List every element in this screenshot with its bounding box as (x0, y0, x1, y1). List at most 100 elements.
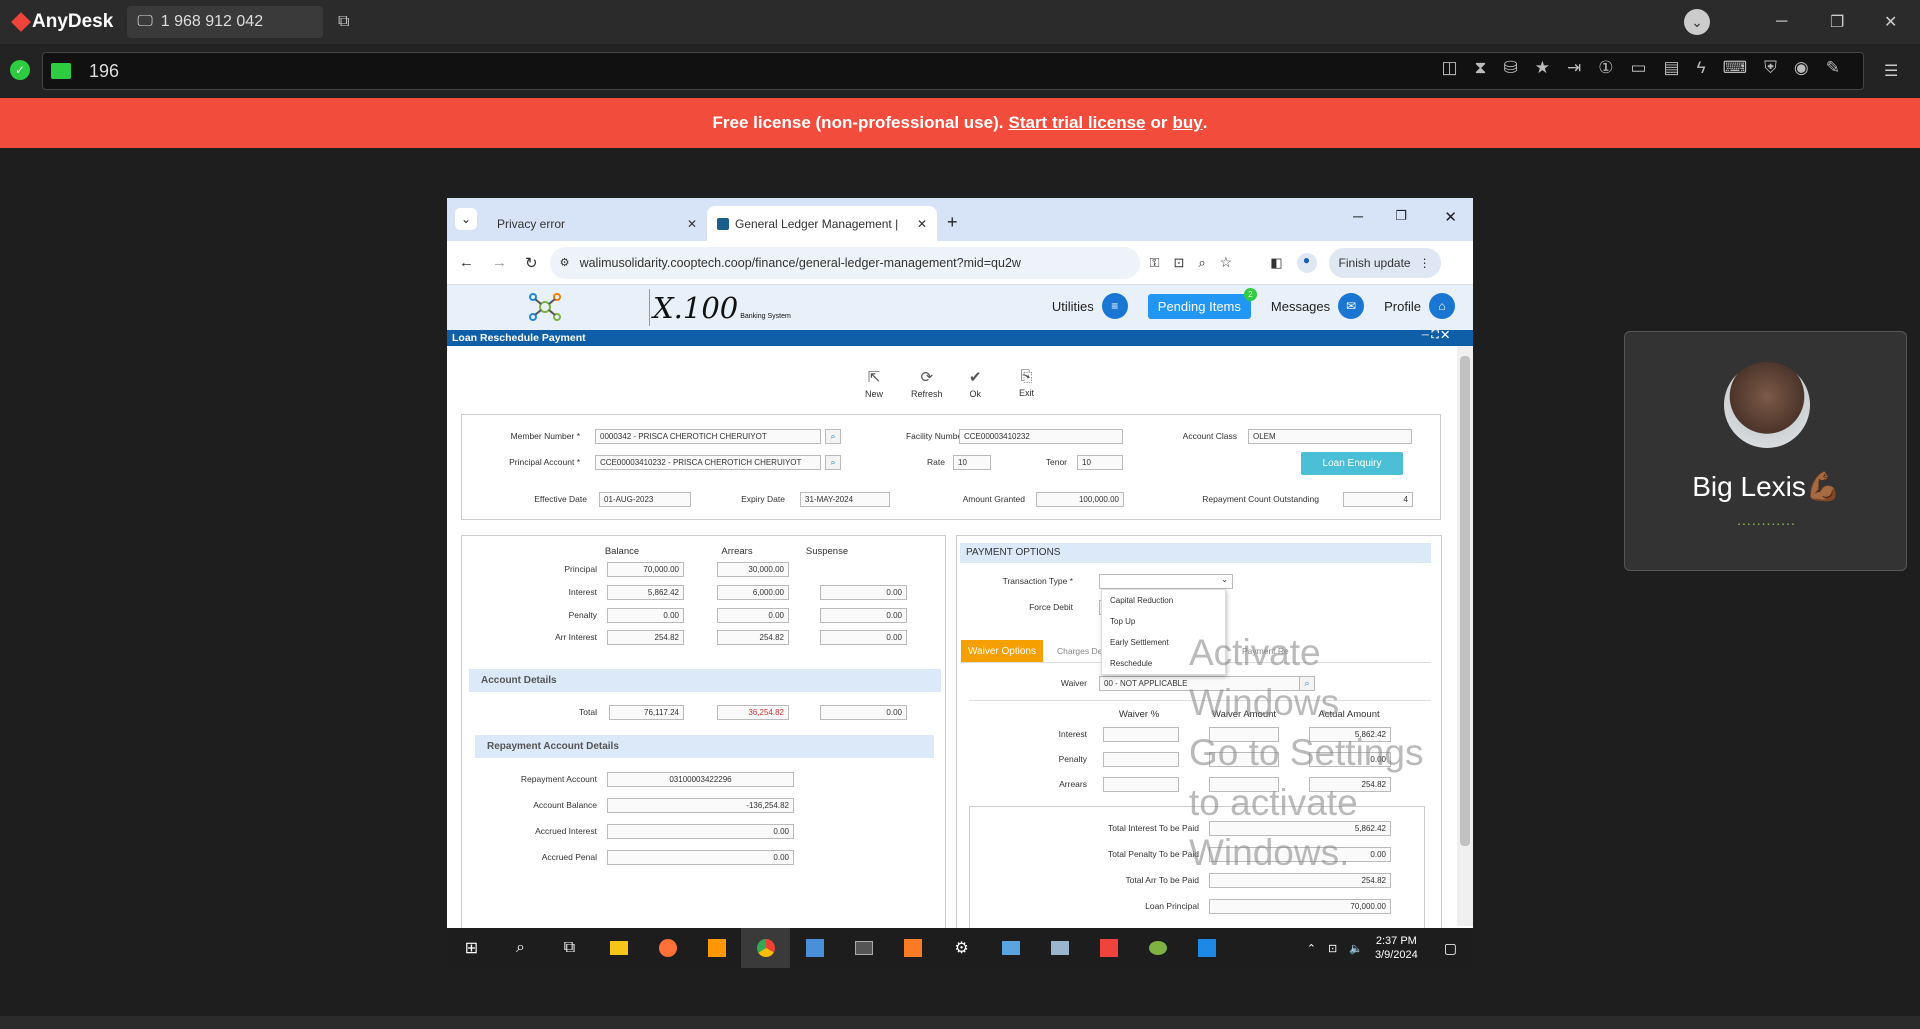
effective-date-field[interactable]: 01-AUG-2023 (599, 492, 691, 507)
panel-controls-icon[interactable]: ─ ⛶ ✕ (1422, 330, 1449, 341)
chat-icon[interactable]: ▤ (1664, 58, 1680, 78)
chrome-icon[interactable] (741, 928, 790, 968)
waiver-pct-field[interactable] (1103, 752, 1179, 767)
messages-menu[interactable]: Messages ✉ (1271, 293, 1365, 319)
settings-icon[interactable]: ⚙ (937, 928, 986, 968)
trial-link[interactable]: Start trial license (1008, 113, 1145, 133)
tab-waiver-options[interactable]: Waiver Options (961, 640, 1043, 662)
download-icon[interactable]: ⌄ (1684, 0, 1710, 44)
sidepanel-icon[interactable]: ◧ (1270, 255, 1282, 271)
expiry-date-field[interactable]: 31-MAY-2024 (800, 492, 890, 507)
xampp-icon[interactable] (888, 928, 937, 968)
video-tile[interactable]: Big Lexis💪🏾 ............ (1624, 331, 1907, 571)
ok-button[interactable]: ✔ Ok (969, 368, 982, 399)
task-view-icon[interactable]: ⧉ (545, 928, 594, 968)
minimize-icon[interactable]: ─ (1776, 0, 1787, 44)
profile-menu[interactable]: Profile ⌂ (1384, 293, 1455, 319)
scrollbar-thumb[interactable] (1460, 356, 1470, 846)
star-icon[interactable]: ★ (1535, 58, 1550, 78)
utilities-menu[interactable]: Utilities ≡ (1052, 293, 1128, 319)
site-info-icon[interactable]: ⚙ (560, 256, 570, 269)
menu-icon[interactable]: ☰ (1884, 44, 1898, 98)
terminal-icon[interactable] (839, 928, 888, 968)
turtle-icon[interactable] (1133, 928, 1182, 968)
chrome-minimize-icon[interactable]: ─ (1353, 208, 1363, 224)
vscode-icon[interactable] (1182, 928, 1231, 968)
account-class-field[interactable]: OLEM (1248, 429, 1412, 444)
chevron-up-icon[interactable]: ⌃ (1307, 942, 1316, 955)
forward-icon[interactable]: → (492, 254, 507, 271)
transaction-type-select[interactable]: ⌄ (1099, 574, 1233, 589)
record-icon[interactable]: ◉ (1794, 58, 1809, 78)
maximize-icon[interactable]: ❐ (1830, 0, 1844, 44)
waiver-pct-header: Waiver % (1118, 709, 1160, 720)
action-icon[interactable]: ϟ (1697, 58, 1706, 78)
session-tab[interactable]: 🖵 1 968 912 042 (127, 6, 324, 38)
file-explorer-icon[interactable] (594, 928, 643, 968)
windows-start-icon[interactable]: ⊞ (447, 928, 496, 968)
repayment-account-field: 03100003422296 (607, 772, 794, 787)
new-tab-icon[interactable]: ⧉ (338, 0, 349, 44)
accrued-interest-label: Accrued Interest (535, 826, 597, 836)
amount-granted-field[interactable]: 100,000.00 (1036, 492, 1124, 507)
tenor-field[interactable]: 10 (1077, 455, 1123, 470)
back-icon[interactable]: ← (459, 254, 474, 271)
member-search-icon[interactable]: ⌕ (825, 429, 841, 444)
reload-icon[interactable]: ↻ (525, 254, 538, 272)
hourglass-icon[interactable]: ⧗ (1475, 58, 1487, 78)
exit-button[interactable]: ⎘ Exit (1019, 368, 1034, 398)
key-icon[interactable]: ⚿ (1150, 255, 1160, 271)
firefox-icon[interactable] (643, 928, 692, 968)
tab-general-ledger[interactable]: General Ledger Management | ✕ (707, 206, 937, 241)
volume-icon[interactable]: 🔈 (1349, 942, 1363, 955)
clock[interactable]: 2:37 PM 3/9/2024 (1375, 934, 1418, 962)
install-icon[interactable]: ⊡ (1173, 255, 1184, 271)
pending-items-button[interactable]: Pending Items 2 (1147, 287, 1257, 319)
page-scrollbar[interactable] (1457, 346, 1473, 926)
sublime-icon[interactable] (692, 928, 741, 968)
pen-icon[interactable]: ✎ (1826, 58, 1840, 78)
chrome-close-icon[interactable]: ✕ (1444, 208, 1457, 226)
tab-close-icon[interactable]: ✕ (917, 217, 927, 231)
option-capital-reduction[interactable]: Capital Reduction (1102, 590, 1225, 611)
new-button[interactable]: ⇱ New (865, 368, 883, 399)
account-class-label: Account Class (1182, 431, 1237, 441)
remote-desktop-icon[interactable] (1035, 928, 1084, 968)
bookmark-star-icon[interactable]: ☆ (1220, 254, 1233, 271)
facility-number-field[interactable]: CCE00003410232 (959, 429, 1123, 444)
privacy-icon[interactable]: ◫ (1441, 58, 1457, 78)
rate-field[interactable]: 10 (953, 455, 991, 470)
zoom-icon[interactable]: ⌕ (1198, 255, 1205, 271)
waiver-pct-field[interactable] (1103, 727, 1179, 742)
new-tab-plus-icon[interactable]: + (947, 212, 958, 233)
principal-search-icon[interactable]: ⌕ (825, 455, 841, 470)
profile-avatar-icon[interactable]: ● (1296, 252, 1317, 273)
search-icon[interactable]: ⌕ (496, 928, 545, 968)
keyboard-icon[interactable]: ⌨ (1723, 58, 1748, 78)
anydesk-taskbar-icon[interactable] (1084, 928, 1133, 968)
notifications-icon[interactable]: ▢ (1444, 940, 1457, 957)
control-panel-icon[interactable] (986, 928, 1035, 968)
close-icon[interactable]: ✕ (1884, 0, 1897, 44)
tab-privacy-error[interactable]: Privacy error ✕ (487, 206, 707, 241)
remote-desktop[interactable]: ⌄ Privacy error ✕ General Ledger Manageme… (447, 198, 1473, 968)
app-icon[interactable] (790, 928, 839, 968)
buy-link[interactable]: buy (1173, 113, 1203, 133)
refresh-button[interactable]: ⟳ Refresh (911, 368, 943, 399)
permissions-icon[interactable]: ⛨ (1764, 58, 1777, 78)
tab-search-icon[interactable]: ⌄ (455, 208, 477, 230)
loan-enquiry-button[interactable]: Loan Enquiry (1301, 452, 1403, 475)
member-number-field[interactable]: 0000342 - PRISCA CHEROTICH CHERUIYOT (595, 429, 821, 444)
display-icon[interactable]: ▭ (1630, 58, 1646, 78)
principal-account-field[interactable]: CCE00003410232 - PRISCA CHEROTICH CHERUI… (595, 455, 821, 470)
chrome-restore-icon[interactable]: ❐ (1395, 208, 1407, 224)
file-transfer-icon[interactable]: ⇥ (1567, 58, 1581, 78)
waiver-pct-field[interactable] (1103, 777, 1179, 792)
database-icon[interactable]: ⛁ (1503, 58, 1517, 78)
tab-close-icon[interactable]: ✕ (687, 217, 697, 231)
url-bar[interactable]: ⚙ walimusolidarity.cooptech.coop/finance… (549, 246, 1140, 279)
monitor-select-icon[interactable]: ① (1598, 58, 1613, 78)
repayment-count-field[interactable]: 4 (1343, 492, 1413, 507)
network-icon[interactable]: ⊡ (1328, 942, 1337, 955)
finish-update-button[interactable]: Finish update ⋮ (1328, 247, 1441, 278)
